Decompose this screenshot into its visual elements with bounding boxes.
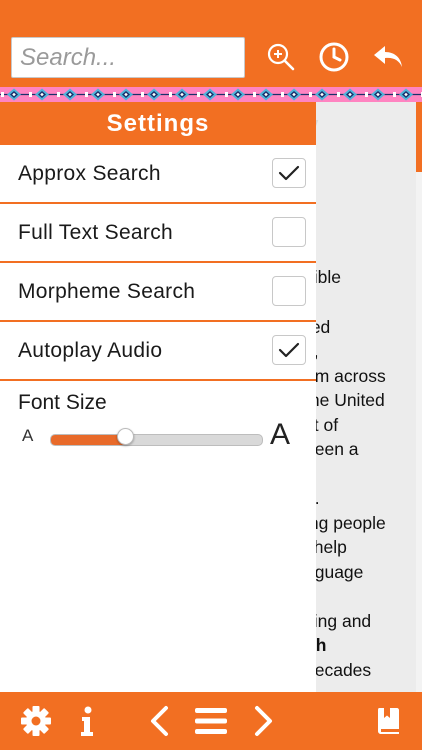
- approx-search-checkbox[interactable]: [272, 158, 306, 188]
- menu-list-icon[interactable]: [193, 702, 229, 740]
- full-text-search-row[interactable]: Full Text Search: [0, 204, 316, 263]
- full-text-search-label: Full Text Search: [18, 220, 173, 244]
- history-clock-icon[interactable]: [317, 40, 351, 74]
- top-bar: [0, 0, 422, 87]
- font-size-slider-thumb[interactable]: [116, 428, 134, 445]
- autoplay-audio-checkbox[interactable]: [272, 335, 306, 365]
- font-size-slider-fill: [51, 435, 125, 445]
- zoom-in-icon[interactable]: [264, 40, 298, 74]
- search-input[interactable]: [12, 38, 244, 77]
- bookmarks-book-icon[interactable]: [373, 702, 403, 740]
- settings-title: Settings: [0, 102, 316, 145]
- previous-chevron-icon[interactable]: [145, 702, 173, 740]
- font-size-label: Font Size: [18, 391, 107, 414]
- search-box[interactable]: [11, 37, 245, 78]
- info-icon[interactable]: [76, 702, 98, 740]
- morpheme-search-checkbox[interactable]: [272, 276, 306, 306]
- bottom-toolbar: [0, 692, 422, 750]
- definition-text-line: the United: [305, 390, 385, 410]
- settings-panel: Settings Approx Search Full Text Search …: [0, 102, 316, 692]
- morpheme-search-row[interactable]: Morpheme Search: [0, 263, 316, 322]
- definition-text-line: om across: [305, 366, 386, 386]
- decorative-pattern-strip: [0, 87, 422, 102]
- autoplay-audio-label: Autoplay Audio: [18, 338, 163, 362]
- checkmark-icon: [278, 342, 300, 358]
- full-text-search-checkbox[interactable]: [272, 217, 306, 247]
- autoplay-audio-row[interactable]: Autoplay Audio: [0, 322, 316, 381]
- definition-text-line: ing people: [305, 513, 386, 533]
- large-font-glyph: A: [270, 418, 291, 451]
- font-size-setting: Font Size A A: [0, 381, 316, 461]
- settings-gear-icon[interactable]: [17, 702, 55, 740]
- back-arrow-icon[interactable]: [371, 40, 405, 74]
- approx-search-label: Approx Search: [18, 161, 161, 185]
- small-font-glyph: A: [22, 426, 34, 445]
- font-size-slider-track[interactable]: [50, 434, 263, 446]
- approx-search-row[interactable]: Approx Search: [0, 145, 316, 204]
- morpheme-search-label: Morpheme Search: [18, 279, 196, 303]
- checkmark-icon: [278, 165, 300, 181]
- next-chevron-icon[interactable]: [250, 702, 278, 740]
